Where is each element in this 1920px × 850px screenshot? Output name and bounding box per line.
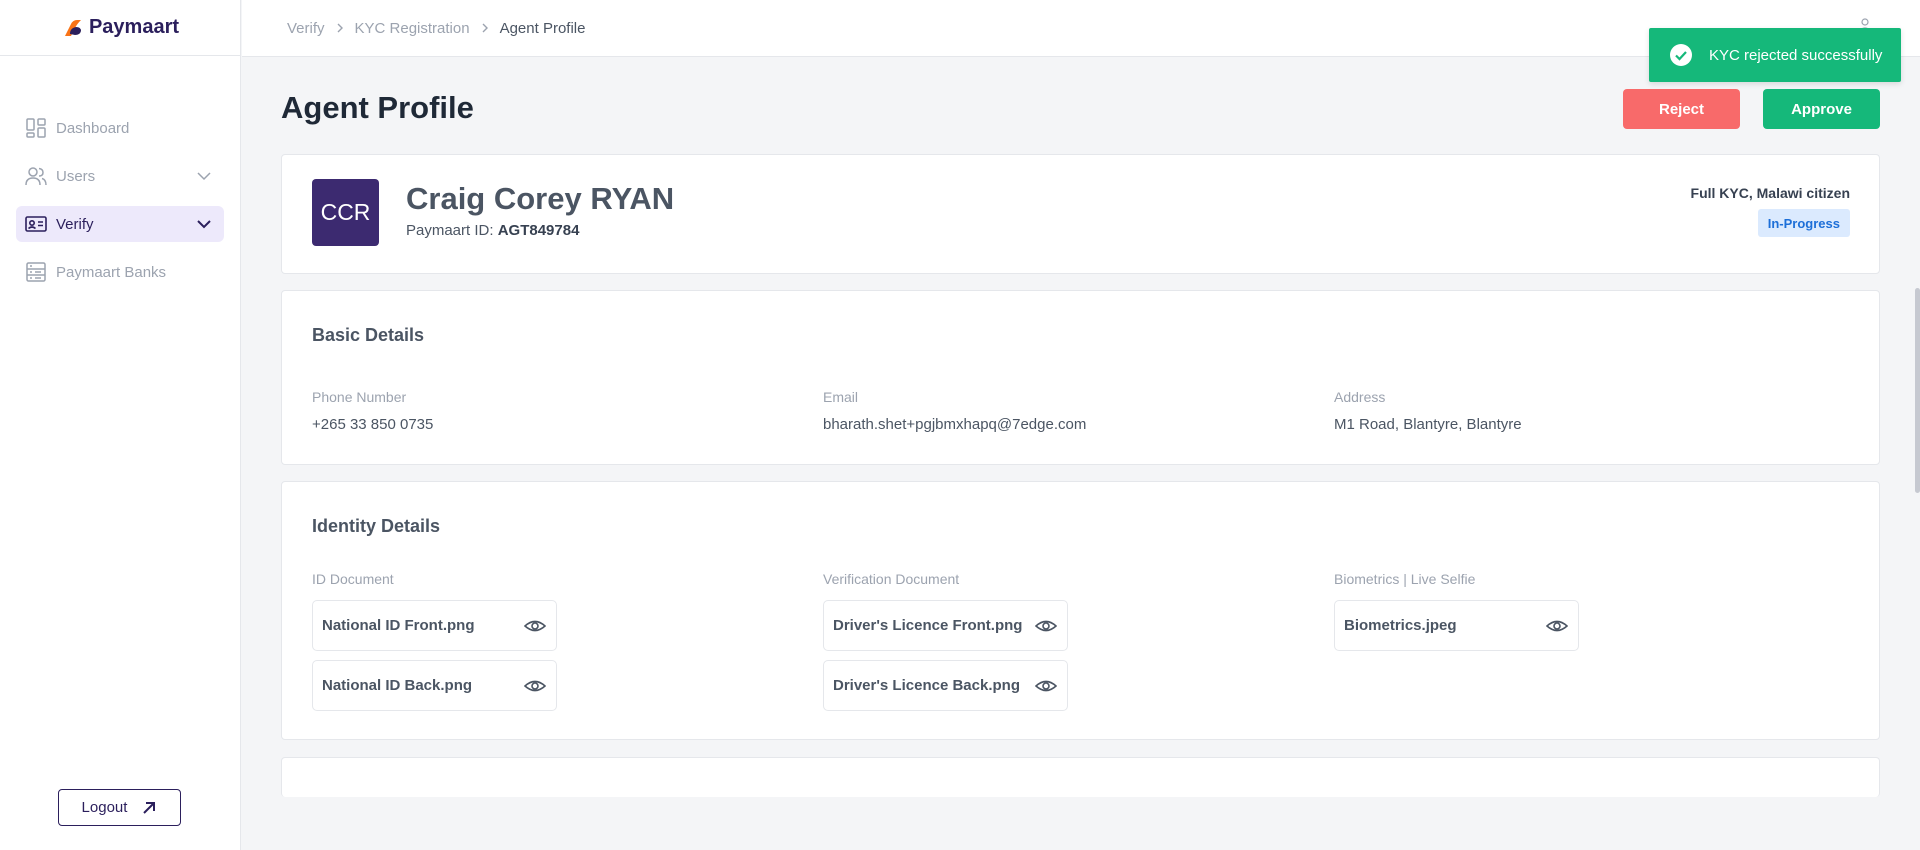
sidebar-item-dashboard[interactable]: Dashboard bbox=[16, 110, 224, 146]
eye-icon[interactable] bbox=[523, 674, 547, 698]
sidebar-item-label: Users bbox=[56, 167, 96, 185]
chevron-down-icon[interactable] bbox=[194, 166, 214, 186]
eye-icon[interactable] bbox=[1545, 614, 1569, 638]
document-name: National ID Front.png bbox=[322, 617, 475, 634]
sidebar: Paymaart Dashboard Users Verify Paymaart… bbox=[0, 0, 241, 850]
id-card-icon bbox=[24, 212, 48, 236]
profile-card: CCR Craig Corey RYAN Paymaart ID: AGT849… bbox=[281, 154, 1880, 274]
scrollbar-thumb[interactable] bbox=[1915, 288, 1920, 493]
check-circle-icon bbox=[1670, 44, 1692, 66]
verification-document-label: Verification Document bbox=[823, 571, 960, 587]
identity-details-title: Identity Details bbox=[312, 516, 441, 536]
main-content: Agent Profile Reject Approve CCR Craig C… bbox=[242, 57, 1920, 850]
paymaart-id-value: AGT849784 bbox=[497, 222, 580, 239]
biometrics-label: Biometrics | Live Selfie bbox=[1334, 571, 1476, 587]
brand-name: Paymaart bbox=[88, 16, 180, 38]
document-name: Biometrics.jpeg bbox=[1344, 617, 1457, 634]
sidebar-item-users[interactable]: Users bbox=[16, 158, 224, 194]
basic-details-title: Basic Details bbox=[312, 325, 425, 345]
sidebar-item-verify[interactable]: Verify bbox=[16, 206, 224, 242]
document-item[interactable]: Driver's Licence Back.png bbox=[823, 660, 1068, 711]
arrow-up-right-icon bbox=[143, 801, 156, 814]
next-section-card bbox=[281, 757, 1880, 797]
chevron-right-icon bbox=[480, 23, 490, 33]
sidebar-item-label: Verify bbox=[56, 215, 94, 233]
document-item[interactable]: National ID Back.png bbox=[312, 660, 557, 711]
document-item[interactable]: Biometrics.jpeg bbox=[1334, 600, 1579, 651]
status-badge: In-Progress bbox=[1757, 209, 1850, 237]
chevron-right-icon bbox=[335, 23, 345, 33]
id-document-label: ID Document bbox=[312, 571, 394, 587]
toast-message: KYC rejected successfully bbox=[1709, 46, 1883, 64]
sidebar-item-label: Paymaart Banks bbox=[56, 263, 167, 281]
toast-notification: KYC rejected successfully bbox=[1649, 28, 1901, 82]
banks-icon bbox=[24, 260, 48, 284]
document-name: National ID Back.png bbox=[322, 677, 473, 694]
document-name: Driver's Licence Front.png bbox=[833, 617, 1023, 634]
sidebar-item-paymaart-banks[interactable]: Paymaart Banks bbox=[16, 254, 224, 290]
sidebar-item-label: Dashboard bbox=[56, 119, 130, 137]
chevron-down-icon[interactable] bbox=[194, 214, 214, 234]
profile-name: Craig Corey RYAN bbox=[406, 181, 675, 216]
users-icon bbox=[24, 164, 48, 188]
eye-icon[interactable] bbox=[1034, 614, 1058, 638]
email-value: bharath.shet+pgjbmxhapq@7edge.com bbox=[823, 416, 1087, 433]
address-value: M1 Road, Blantyre, Blantyre bbox=[1334, 416, 1522, 433]
eye-icon[interactable] bbox=[523, 614, 547, 638]
avatar: CCR bbox=[312, 179, 379, 246]
page-title: Agent Profile bbox=[281, 90, 474, 125]
breadcrumb-item-kyc-registration[interactable]: KYC Registration bbox=[355, 20, 470, 37]
logout-button[interactable]: Logout bbox=[58, 789, 181, 826]
breadcrumb: Verify KYC Registration Agent Profile bbox=[287, 20, 585, 37]
identity-details-card: Identity Details ID Document Verificatio… bbox=[281, 481, 1880, 740]
brand-logo[interactable]: Paymaart bbox=[61, 16, 179, 40]
paymaart-id-label: Paymaart ID: bbox=[406, 222, 494, 239]
paymaart-logo-icon bbox=[64, 19, 81, 36]
logo-area: Paymaart bbox=[0, 0, 240, 56]
breadcrumb-item-verify[interactable]: Verify bbox=[287, 20, 325, 37]
sidebar-nav: Dashboard Users Verify Paymaart Banks bbox=[0, 56, 240, 290]
logout-label: Logout bbox=[81, 799, 128, 816]
dashboard-icon bbox=[24, 116, 48, 140]
basic-details-card: Basic Details Phone Number +265 33 850 0… bbox=[281, 290, 1880, 465]
eye-icon[interactable] bbox=[1034, 674, 1058, 698]
phone-label: Phone Number bbox=[312, 389, 407, 405]
phone-value: +265 33 850 0735 bbox=[312, 416, 434, 433]
document-item[interactable]: National ID Front.png bbox=[312, 600, 557, 651]
email-label: Email bbox=[823, 389, 859, 405]
breadcrumb-item-current: Agent Profile bbox=[499, 19, 586, 37]
reject-button[interactable]: Reject bbox=[1623, 89, 1740, 129]
approve-button[interactable]: Approve bbox=[1763, 89, 1880, 129]
address-label: Address bbox=[1334, 389, 1386, 405]
paymaart-id: Paymaart ID: AGT849784 bbox=[406, 222, 579, 239]
document-name: Driver's Licence Back.png bbox=[833, 677, 1020, 694]
kyc-type: Full KYC, Malawi citizen bbox=[1690, 185, 1850, 201]
document-item[interactable]: Driver's Licence Front.png bbox=[823, 600, 1068, 651]
